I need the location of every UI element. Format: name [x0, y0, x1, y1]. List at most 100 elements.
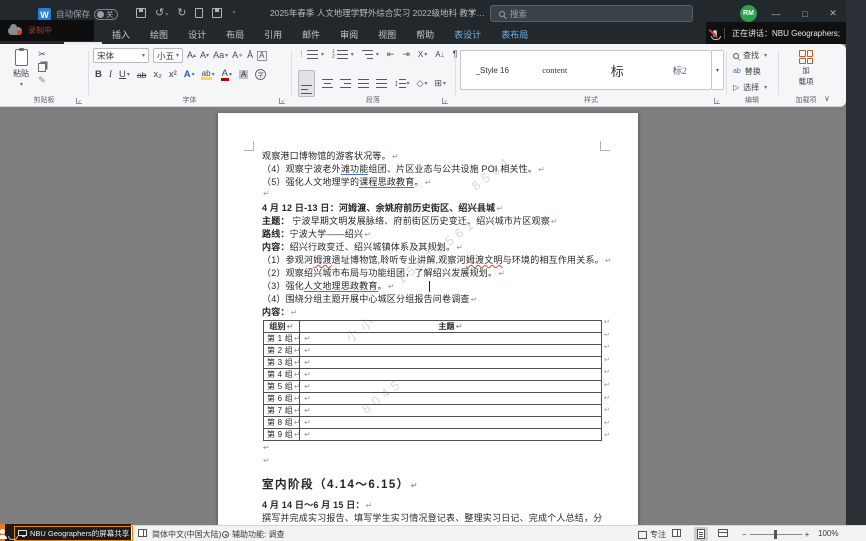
theme-cell[interactable]: ↵ — [300, 417, 602, 429]
group-cell[interactable]: 第 5 组↵ — [264, 381, 300, 393]
clear-formatting-icon[interactable]: A∗ — [232, 51, 243, 60]
zoom-slider-thumb[interactable] — [774, 530, 777, 539]
tab-审阅[interactable]: 审阅 — [330, 28, 368, 44]
subscript-icon[interactable]: x₂ — [153, 69, 161, 80]
web-layout-button[interactable] — [718, 529, 728, 537]
theme-cell[interactable]: ↵ — [300, 405, 602, 417]
autosave-switch-icon[interactable]: 关 — [94, 9, 118, 20]
phonetic-guide-icon[interactable]: Ā — [247, 51, 253, 60]
highlight-color-icon[interactable]: ab▾ — [202, 70, 215, 80]
zoom-level[interactable]: 100% — [818, 529, 838, 538]
styles-dialog-launcher[interactable] — [714, 98, 720, 104]
align-left-icon[interactable] — [298, 70, 315, 97]
avatar[interactable]: RM — [740, 5, 757, 22]
shading-icon[interactable]: ◇▾ — [417, 79, 428, 88]
style-item[interactable]: 标2 — [649, 51, 712, 89]
tab-绘图[interactable]: 绘图 — [140, 28, 178, 44]
group-cell[interactable]: 第 6 组↵ — [264, 393, 300, 405]
style-item[interactable]: 标 — [586, 51, 649, 89]
zoom-in-icon[interactable]: + — [805, 530, 810, 539]
focus-button[interactable]: 专注 — [638, 529, 666, 540]
group-cell[interactable]: 第 7 组↵ — [264, 405, 300, 417]
accessibility-status[interactable]: 辅助功能: 调查 — [222, 529, 284, 540]
table-header-cell[interactable]: 主题↵ — [300, 321, 602, 333]
cut-icon[interactable]: ✂ — [38, 50, 46, 59]
increase-indent-icon[interactable]: ⇥ — [402, 49, 410, 60]
find-button[interactable]: 查找▾ — [733, 50, 767, 61]
strikethrough-icon[interactable]: ab — [137, 70, 146, 80]
zoom-slider[interactable] — [750, 534, 802, 535]
addins-button[interactable]: 加 载项 — [787, 50, 825, 86]
tab-表布局[interactable]: 表布局 — [491, 28, 538, 44]
tab-设计[interactable]: 设计 — [178, 28, 216, 44]
bold-icon[interactable]: B — [95, 69, 102, 80]
font-dialog-launcher[interactable] — [279, 98, 285, 104]
sort-icon[interactable]: A↓ — [435, 51, 444, 59]
undo-icon[interactable]: ↺▾ — [155, 6, 168, 19]
title-chevron-icon[interactable]: ▾ — [470, 8, 474, 17]
distribute-icon[interactable] — [376, 79, 387, 88]
group-cell[interactable]: 第 3 组↵ — [264, 357, 300, 369]
save-icon[interactable] — [136, 8, 146, 18]
search-input[interactable]: 搜索 — [490, 5, 693, 22]
text-effects-icon[interactable]: A▾ — [184, 70, 195, 80]
language-status[interactable]: 简体中文(中国大陆) — [152, 529, 221, 540]
multilevel-list-icon[interactable]: ▾ — [362, 50, 379, 59]
character-border-icon[interactable]: A — [257, 51, 266, 61]
numbering-icon[interactable]: 12▾ — [332, 50, 354, 60]
paste-button[interactable]: 粘贴 ▾ — [6, 49, 36, 95]
zoom-out-icon[interactable]: − — [742, 530, 747, 539]
group-cell[interactable]: 第 2 组↵ — [264, 345, 300, 357]
borders-icon[interactable]: ⊞▾ — [434, 79, 446, 88]
font-name-select[interactable]: 宋体▾ — [93, 48, 149, 63]
shrink-font-icon[interactable]: A▾ — [200, 51, 209, 60]
change-case-icon[interactable]: Aa▾ — [213, 51, 228, 60]
tab-视图[interactable]: 视图 — [368, 28, 406, 44]
groups-table[interactable]: 组别↵主题↵第 1 组↵↵第 2 组↵↵第 3 组↵↵第 4 组↵↵第 5 组↵… — [263, 320, 602, 441]
group-cell[interactable]: 第 9 组↵ — [264, 429, 300, 441]
read-mode-button[interactable] — [672, 529, 681, 537]
enclose-characters-icon[interactable]: 字 — [255, 69, 266, 80]
theme-cell[interactable]: ↵ — [300, 345, 602, 357]
superscript-icon[interactable]: x² — [169, 69, 177, 80]
font-size-select[interactable]: 小五▾ — [153, 48, 183, 63]
style-item[interactable]: _Style 16 — [461, 51, 524, 89]
group-cell[interactable]: 第 8 组↵ — [264, 417, 300, 429]
autosave-toggle[interactable]: 自动保存 关 — [56, 8, 118, 20]
document-page[interactable]: 856115078561小小8045 观察港口博物馆的游客状况等。↵（4）观察宁… — [218, 113, 638, 525]
theme-cell[interactable]: ↵ — [300, 357, 602, 369]
tab-引用[interactable]: 引用 — [254, 28, 292, 44]
tab-邮件[interactable]: 邮件 — [292, 28, 330, 44]
italic-icon[interactable]: I — [109, 70, 112, 80]
qat-customize-icon[interactable]: ▾ — [232, 9, 235, 16]
table-header-cell[interactable]: 组别↵ — [264, 321, 300, 333]
styles-gallery-more-icon[interactable]: ▾ — [712, 50, 724, 90]
print-layout-button[interactable] — [694, 527, 708, 541]
justify-icon[interactable] — [358, 79, 369, 88]
group-cell[interactable]: 第 4 组↵ — [264, 369, 300, 381]
theme-cell[interactable]: ↵ — [300, 333, 602, 345]
collapse-ribbon-icon[interactable]: ∨ — [824, 94, 830, 103]
zoom-control[interactable]: − + — [742, 530, 809, 539]
tab-插入[interactable]: 插入 — [102, 28, 140, 44]
paragraph-dialog-launcher[interactable] — [442, 98, 448, 104]
tab-帮助[interactable]: 帮助 — [406, 28, 444, 44]
theme-cell[interactable]: ↵ — [300, 369, 602, 381]
line-spacing-icon[interactable]: ↕▾ — [394, 79, 410, 88]
font-color-icon[interactable]: A▾ — [222, 69, 232, 81]
redo-icon[interactable]: ↻ — [177, 6, 186, 19]
theme-cell[interactable]: ↵ — [300, 381, 602, 393]
clipboard-dialog-launcher[interactable] — [76, 98, 82, 104]
participants-button[interactable] — [0, 524, 5, 541]
theme-cell[interactable]: ↵ — [300, 393, 602, 405]
align-right-icon[interactable] — [340, 79, 351, 88]
spellcheck-status[interactable] — [138, 529, 147, 537]
style-item[interactable]: content — [524, 51, 587, 89]
bullets-icon[interactable]: ⋮▾ — [298, 50, 324, 59]
character-shading-icon[interactable]: A — [239, 70, 248, 79]
group-cell[interactable]: 第 1 组↵ — [264, 333, 300, 345]
select-button[interactable]: ▷选择▾ — [733, 82, 767, 93]
print-preview-icon[interactable] — [195, 8, 203, 18]
copy-icon[interactable] — [38, 63, 46, 72]
underline-icon[interactable]: U▾ — [119, 70, 130, 80]
